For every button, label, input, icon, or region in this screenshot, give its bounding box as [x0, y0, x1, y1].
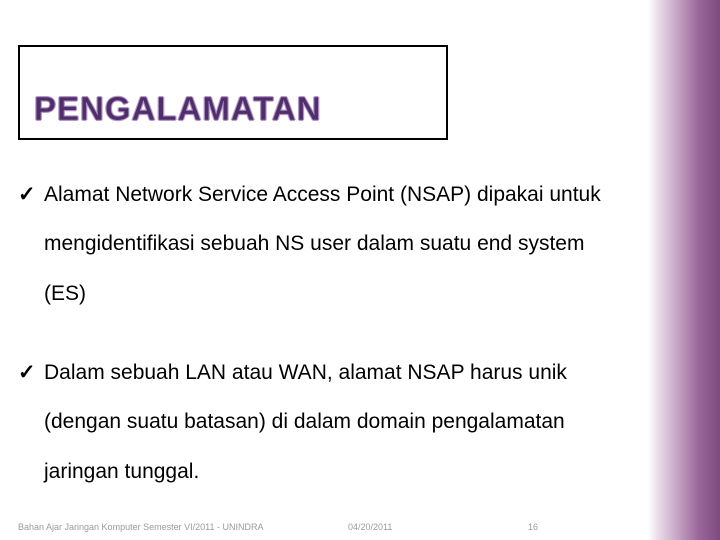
- content-area: ✓ Alamat Network Service Access Point (N…: [18, 170, 618, 526]
- bullet-text: Alamat Network Service Access Point (NSA…: [44, 170, 618, 318]
- checkmark-icon: ✓: [18, 170, 44, 219]
- footer: Bahan Ajar Jaringan Komputer Semester VI…: [18, 522, 658, 532]
- footer-date: 04/20/2011: [348, 522, 392, 532]
- list-item: ✓ Alamat Network Service Access Point (N…: [18, 170, 618, 318]
- title-box: PENGALAMATAN: [18, 45, 448, 140]
- footer-page-number: 16: [528, 522, 538, 532]
- footer-source: Bahan Ajar Jaringan Komputer Semester VI…: [18, 522, 263, 532]
- side-gradient-decoration: [648, 0, 720, 540]
- slide-title: PENGALAMATAN: [34, 90, 322, 128]
- checkmark-icon: ✓: [18, 348, 44, 397]
- list-item: ✓ Dalam sebuah LAN atau WAN, alamat NSAP…: [18, 348, 618, 496]
- slide: PENGALAMATAN ✓ Alamat Network Service Ac…: [0, 0, 720, 540]
- bullet-text: Dalam sebuah LAN atau WAN, alamat NSAP h…: [44, 348, 618, 496]
